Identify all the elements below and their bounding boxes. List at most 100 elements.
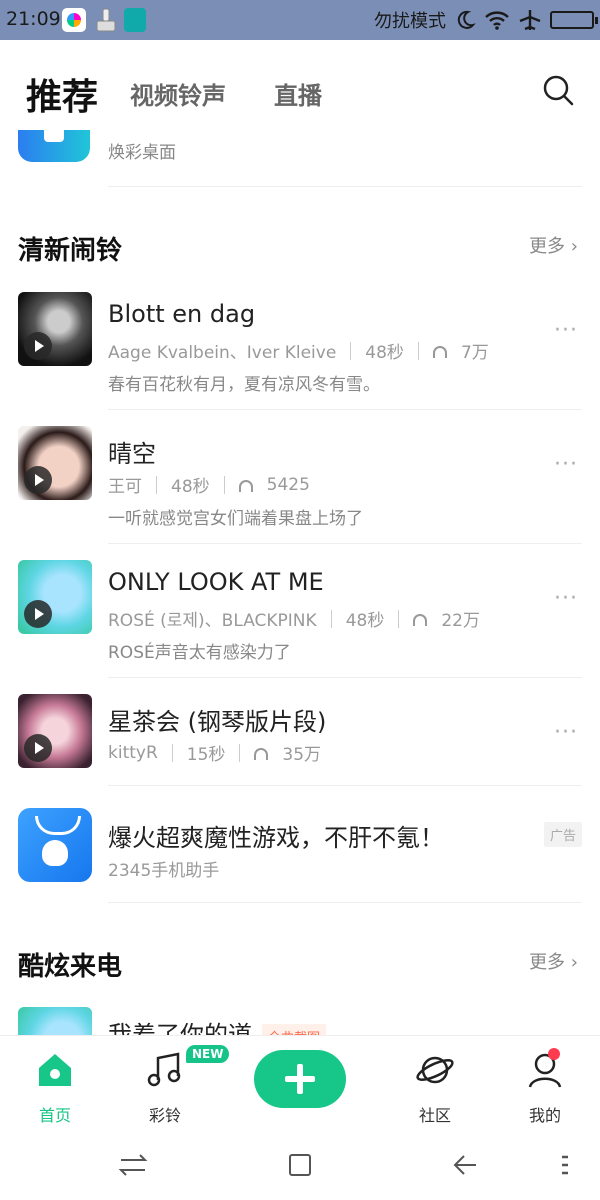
nav-home[interactable]: 首页 xyxy=(10,1050,100,1125)
status-right: 勿扰模式 xyxy=(374,6,598,34)
separator xyxy=(223,475,225,494)
top-tab-bar: 推荐 视频铃声 直播 xyxy=(0,40,600,130)
divider xyxy=(108,902,582,903)
usb-icon xyxy=(124,8,146,32)
separator xyxy=(398,609,400,628)
play-count: 35万 xyxy=(282,745,322,765)
play-icon[interactable] xyxy=(24,734,52,762)
separator xyxy=(239,743,241,762)
nav-community[interactable]: 社区 xyxy=(390,1050,480,1125)
ringtone-item[interactable]: Blott en dag Aage Kvalbein、Iver Kleive 4… xyxy=(0,292,600,426)
brush-icon xyxy=(96,8,116,32)
cover-image xyxy=(18,1007,92,1035)
headphones-icon xyxy=(238,479,253,492)
artist: Aage Kvalbein、Iver Kleive xyxy=(108,343,337,363)
dnd-text: 勿扰模式 xyxy=(374,11,446,32)
status-bar: 21:09 勿扰模式 xyxy=(0,0,600,40)
divider xyxy=(108,186,582,187)
system-nav-bar xyxy=(0,1125,600,1200)
ringtone-desc: ROSÉ声音太有感染力了 xyxy=(108,643,291,663)
nav-label: 彩铃 xyxy=(148,1106,181,1125)
notification-dot xyxy=(548,1048,560,1060)
ringtone-item[interactable]: 我着了你的道全曲截图 xyxy=(0,1007,600,1035)
ringtone-name-row: 我着了你的道全曲截图 xyxy=(108,1015,327,1035)
play-count: 22万 xyxy=(441,611,480,631)
menu-icon[interactable] xyxy=(548,1145,588,1185)
ringtone-desc: 一听就感觉宫女们端着果盘上场了 xyxy=(108,509,363,529)
divider xyxy=(108,409,582,410)
duration: 48秒 xyxy=(365,343,404,363)
separator xyxy=(156,475,157,494)
more-link-cool-call[interactable]: 更多 › xyxy=(529,948,578,974)
ringtone-name: ONLY LOOK AT ME xyxy=(108,568,324,596)
duration: 48秒 xyxy=(171,477,210,497)
ringtone-item[interactable]: 晴空 王可 48秒 5425 一听就感觉宫女们端着果盘上场了 ··· xyxy=(0,426,600,560)
divider xyxy=(108,543,582,544)
ringtone-meta: Aage Kvalbein、Iver Kleive 48秒 7万 xyxy=(108,338,489,363)
new-badge: NEW xyxy=(186,1045,230,1063)
more-options-icon[interactable]: ··· xyxy=(554,452,578,477)
cover-image xyxy=(18,694,92,768)
ringtone-name: 晴空 xyxy=(108,440,156,468)
artist: ROSÉ (로제)、BLACKPINK xyxy=(108,611,317,631)
nav-label: 首页 xyxy=(38,1106,71,1125)
more-label: 更多 xyxy=(529,236,566,257)
play-icon[interactable] xyxy=(24,466,52,494)
play-icon[interactable] xyxy=(24,600,52,628)
ringtone-meta: kittyR 15秒 35万 xyxy=(108,740,322,766)
duration: 48秒 xyxy=(345,611,385,631)
list-item-partial[interactable]: 焕彩桌面 xyxy=(0,130,600,190)
cover-image xyxy=(18,292,92,366)
ringtone-desc: 春有百花秋有月，夏有凉风冬有雪。 xyxy=(108,375,380,395)
more-options-icon[interactable]: ··· xyxy=(554,318,578,343)
separator xyxy=(350,341,352,360)
switch-icon[interactable] xyxy=(113,1145,153,1185)
app-thumbnail-icon xyxy=(18,130,90,162)
tab-live[interactable]: 直播 xyxy=(274,76,322,111)
section-title-cool-call: 酷炫来电 xyxy=(18,952,123,982)
nav-label: 社区 xyxy=(418,1106,451,1125)
more-link-fresh-alarm[interactable]: 更多 › xyxy=(529,232,578,258)
duration: 15秒 xyxy=(186,745,226,765)
play-count: 7万 xyxy=(460,343,489,363)
app-icon xyxy=(62,8,86,32)
search-icon[interactable] xyxy=(542,74,574,106)
wifi-icon xyxy=(485,11,509,30)
headphones-icon xyxy=(413,613,428,626)
ad-item[interactable]: 爆火超爽魔性游戏，不肝不氪！ 2345手机助手 广告 xyxy=(0,808,600,942)
chevron-right-icon: › xyxy=(570,952,578,973)
content-feed[interactable]: 焕彩桌面 清新闹铃 更多 › Blott en dag Aage Kvalbei… xyxy=(0,130,600,1035)
separator xyxy=(330,609,332,628)
headphones-icon xyxy=(432,345,447,358)
headphones-icon xyxy=(254,747,269,760)
tab-recommend[interactable]: 推荐 xyxy=(26,68,98,120)
more-options-icon[interactable]: ··· xyxy=(554,720,578,745)
ad-subtitle: 2345手机助手 xyxy=(108,861,220,881)
home-square-icon[interactable] xyxy=(280,1145,320,1185)
section-title-fresh-alarm: 清新闹铃 xyxy=(18,236,123,266)
nav-label: 我的 xyxy=(528,1106,561,1125)
separator xyxy=(171,743,173,762)
tab-video-ringtone[interactable]: 视频铃声 xyxy=(130,76,226,111)
play-icon[interactable] xyxy=(24,332,52,360)
music-note-icon xyxy=(147,1052,181,1087)
app-store-icon xyxy=(18,808,92,882)
ringtone-meta: ROSÉ (로제)、BLACKPINK 48秒 22万 xyxy=(108,606,480,631)
create-button[interactable] xyxy=(254,1050,346,1108)
ringtone-name: Blott en dag xyxy=(108,300,256,328)
cover-image xyxy=(18,426,92,500)
ad-title: 爆火超爽魔性游戏，不肝不氪！ xyxy=(108,824,444,852)
airplane-icon xyxy=(519,10,541,31)
ringtone-name: 我着了你的道 xyxy=(108,1021,252,1035)
more-options-icon[interactable]: ··· xyxy=(554,586,578,611)
back-icon[interactable] xyxy=(446,1145,486,1185)
home-icon xyxy=(39,1054,71,1086)
nav-profile[interactable]: 我的 xyxy=(500,1050,590,1125)
partial-item-label: 焕彩桌面 xyxy=(108,143,176,163)
moon-icon xyxy=(457,10,476,29)
divider xyxy=(108,785,582,786)
planet-icon xyxy=(416,1056,454,1084)
play-count: 5425 xyxy=(266,474,310,495)
divider xyxy=(108,677,582,678)
ringtone-item[interactable]: ONLY LOOK AT ME ROSÉ (로제)、BLACKPINK 48秒 … xyxy=(0,560,600,694)
